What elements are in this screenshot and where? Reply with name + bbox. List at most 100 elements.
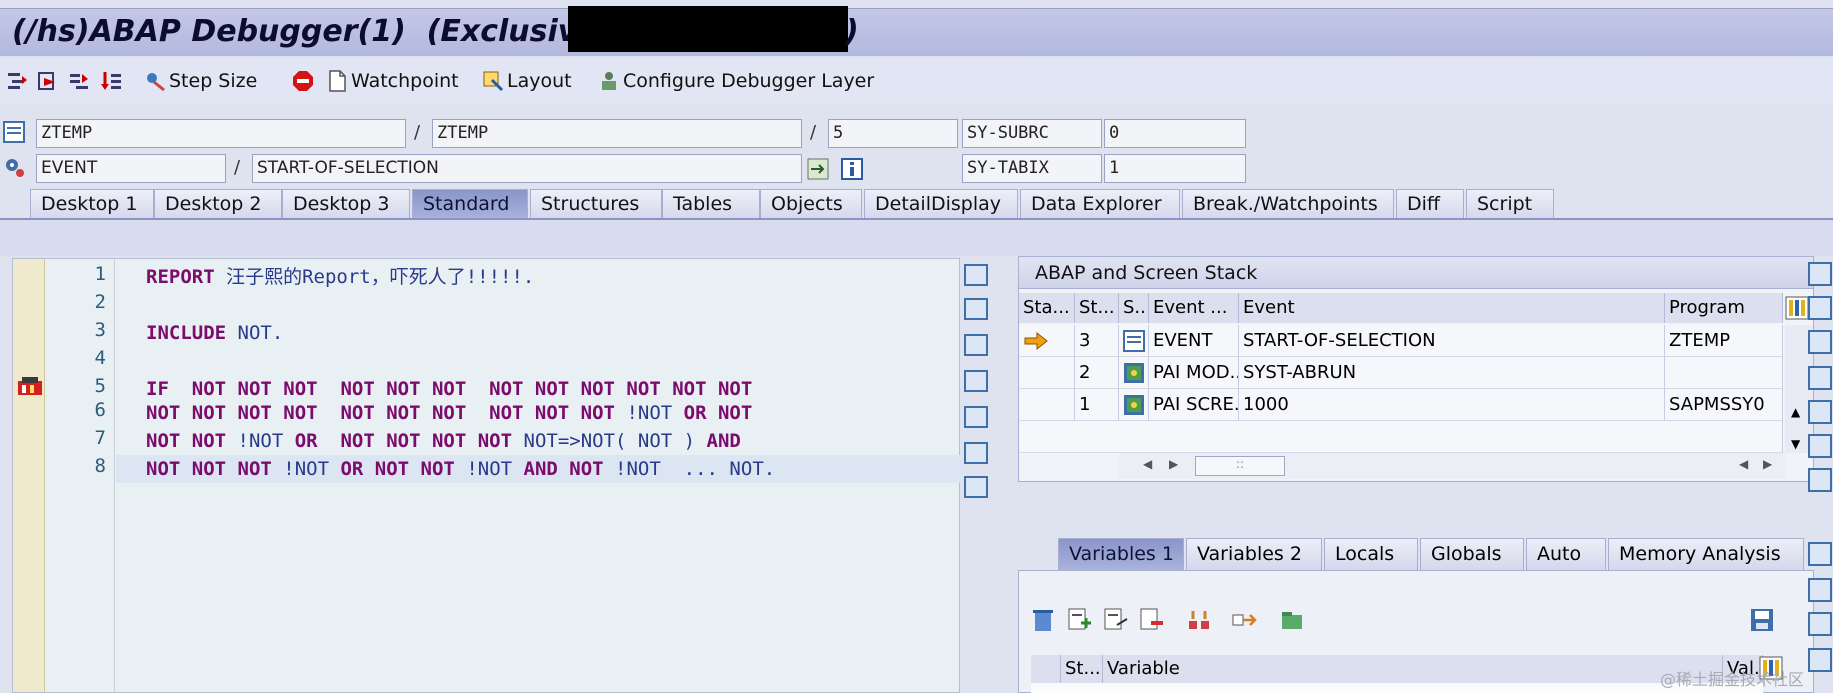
watchpoint-label: Watchpoint [351, 70, 459, 92]
tab-locals[interactable]: Locals [1324, 538, 1418, 570]
tab-auto[interactable]: Auto [1526, 538, 1606, 570]
stack-panel-title: ABAP and Screen Stack [1019, 257, 1813, 289]
event-name-field[interactable]: START-OF-SELECTION [252, 154, 802, 183]
tab-structures[interactable]: Structures [530, 189, 662, 219]
column-header[interactable]: Sta... [1019, 293, 1075, 323]
single-step-button[interactable] [6, 68, 31, 94]
tab-detail-display[interactable]: DetailDisplay [864, 189, 1018, 219]
scroll-up-icon[interactable]: ▲ [1791, 405, 1800, 419]
edit-tool-icon[interactable] [964, 298, 988, 320]
line-number: 8 [94, 455, 106, 477]
variables-table-body[interactable] [1031, 683, 1763, 693]
separator: / [234, 157, 241, 178]
table-row[interactable] [1019, 389, 1075, 421]
event-type-field[interactable]: EVENT [36, 154, 226, 183]
tab-standard[interactable]: Standard [412, 189, 528, 219]
maximize-tool-icon[interactable] [964, 370, 988, 392]
swap-tool-icon[interactable] [964, 334, 988, 356]
tab-globals[interactable]: Globals [1420, 538, 1524, 570]
configure-debugger-layer-button[interactable]: Configure Debugger Layer [598, 68, 874, 94]
column-header[interactable]: S.. [1119, 293, 1149, 323]
tab-break-watchpoints[interactable]: Break./Watchpoints [1182, 189, 1394, 219]
program-cell: ZTEMP [1665, 325, 1783, 357]
horizontal-scrollbar[interactable]: ◀ ▶ :: ◀ ▶ [1119, 453, 1785, 479]
line-field[interactable]: 5 [828, 119, 958, 148]
layout-button[interactable]: Layout [482, 68, 572, 94]
include-field[interactable]: ZTEMP [432, 119, 802, 148]
maximize-tool-icon[interactable] [1808, 330, 1832, 354]
continue-button[interactable] [100, 68, 125, 94]
swap-tool-icon[interactable] [1808, 296, 1832, 320]
step-size-button[interactable]: Step Size [144, 68, 257, 94]
delete-icon[interactable] [1031, 607, 1057, 637]
column-header[interactable]: Event [1239, 293, 1665, 323]
tab-desktop-1[interactable]: Desktop 1 [30, 189, 154, 219]
tab-memory-analysis[interactable]: Memory Analysis [1608, 538, 1804, 570]
table-row[interactable] [1019, 325, 1075, 357]
compare-icon[interactable] [1187, 607, 1213, 637]
breakpoint-gutter[interactable] [13, 259, 45, 692]
transfer-icon[interactable] [1231, 607, 1257, 637]
code-keyword: NOT NOT NOT [146, 458, 284, 480]
tab-objects[interactable]: Objects [760, 189, 862, 219]
close-tool-icon[interactable] [964, 264, 988, 286]
program-cell: SAPMSSY0 [1665, 389, 1783, 421]
width-tool-icon[interactable] [1808, 400, 1832, 424]
settings-tool-icon[interactable] [1808, 468, 1832, 492]
tab-desktop-3[interactable]: Desktop 3 [282, 189, 410, 219]
program-field[interactable]: ZTEMP [36, 119, 406, 148]
code-line-1: REPORT 汪子熙的Report，吓死人了!!!!!. [146, 263, 534, 291]
settings-tool-icon[interactable] [964, 476, 988, 498]
refresh-tool-icon[interactable] [964, 442, 988, 464]
row-selector-header[interactable] [1031, 655, 1061, 683]
column-header[interactable]: Variable [1103, 655, 1723, 683]
scroll-left-icon[interactable]: ◀ [1143, 457, 1152, 471]
save-icon[interactable] [1749, 607, 1775, 637]
scroll-thumb[interactable]: :: [1195, 456, 1285, 476]
scroll-right-icon[interactable]: ▶ [1169, 457, 1178, 471]
screen-type-icon [1123, 363, 1145, 388]
tab-desktop-2[interactable]: Desktop 2 [154, 189, 282, 219]
append-row-icon[interactable] [1103, 607, 1129, 637]
tab-variables-1[interactable]: Variables 1 [1058, 538, 1184, 570]
return-button[interactable] [68, 68, 93, 94]
column-header[interactable]: St... [1075, 293, 1119, 323]
scroll-left-icon[interactable]: ◀ [1739, 457, 1748, 471]
scroll-down-icon[interactable]: ▼ [1791, 437, 1800, 451]
source-editor[interactable]: 1 2 3 4 5 6 7 8 REPORT 汪子熙的Report，吓死人了!!… [12, 258, 961, 693]
event-type-cell: PAI MOD... [1149, 357, 1239, 389]
scroll-right-icon[interactable]: ▶ [1763, 457, 1772, 471]
single-step-icon [6, 70, 28, 92]
close-tool-icon[interactable] [1808, 542, 1832, 566]
column-header[interactable]: Event ... [1149, 293, 1239, 323]
close-tool-icon[interactable] [1808, 262, 1832, 286]
execute-icon [36, 70, 58, 92]
watchpoint-button[interactable]: Watchpoint [326, 68, 459, 94]
tab-data-explorer[interactable]: Data Explorer [1020, 189, 1180, 219]
maximize-tool-icon[interactable] [1808, 612, 1832, 636]
refresh-tool-icon[interactable] [1808, 434, 1832, 458]
info-icon[interactable] [840, 157, 864, 185]
column-header[interactable]: St... [1061, 655, 1103, 683]
width-tool-icon[interactable] [964, 406, 988, 428]
swap-tool-icon[interactable] [1808, 578, 1832, 602]
height-tool-icon[interactable] [1808, 648, 1832, 672]
code-identifier: NOT=>NOT( NOT ) [523, 430, 696, 452]
tabix-value-field[interactable]: 1 [1104, 154, 1246, 183]
remove-row-icon[interactable] [1139, 607, 1165, 637]
subrc-value-field[interactable]: 0 [1104, 119, 1246, 148]
insert-row-icon[interactable] [1067, 607, 1093, 637]
navigate-icon[interactable] [806, 157, 830, 185]
tab-diff[interactable]: Diff [1396, 189, 1464, 219]
column-header[interactable]: Program [1665, 293, 1783, 323]
line-number: 7 [94, 427, 106, 449]
tab-script[interactable]: Script [1466, 189, 1554, 219]
tab-variables-2[interactable]: Variables 2 [1186, 538, 1322, 570]
stop-button[interactable] [292, 68, 317, 94]
table-row[interactable] [1019, 357, 1075, 389]
execute-button[interactable] [36, 68, 61, 94]
tab-tables[interactable]: Tables [662, 189, 760, 219]
table-row [1119, 325, 1149, 357]
height-tool-icon[interactable] [1808, 366, 1832, 390]
folder-icon[interactable] [1279, 607, 1305, 637]
